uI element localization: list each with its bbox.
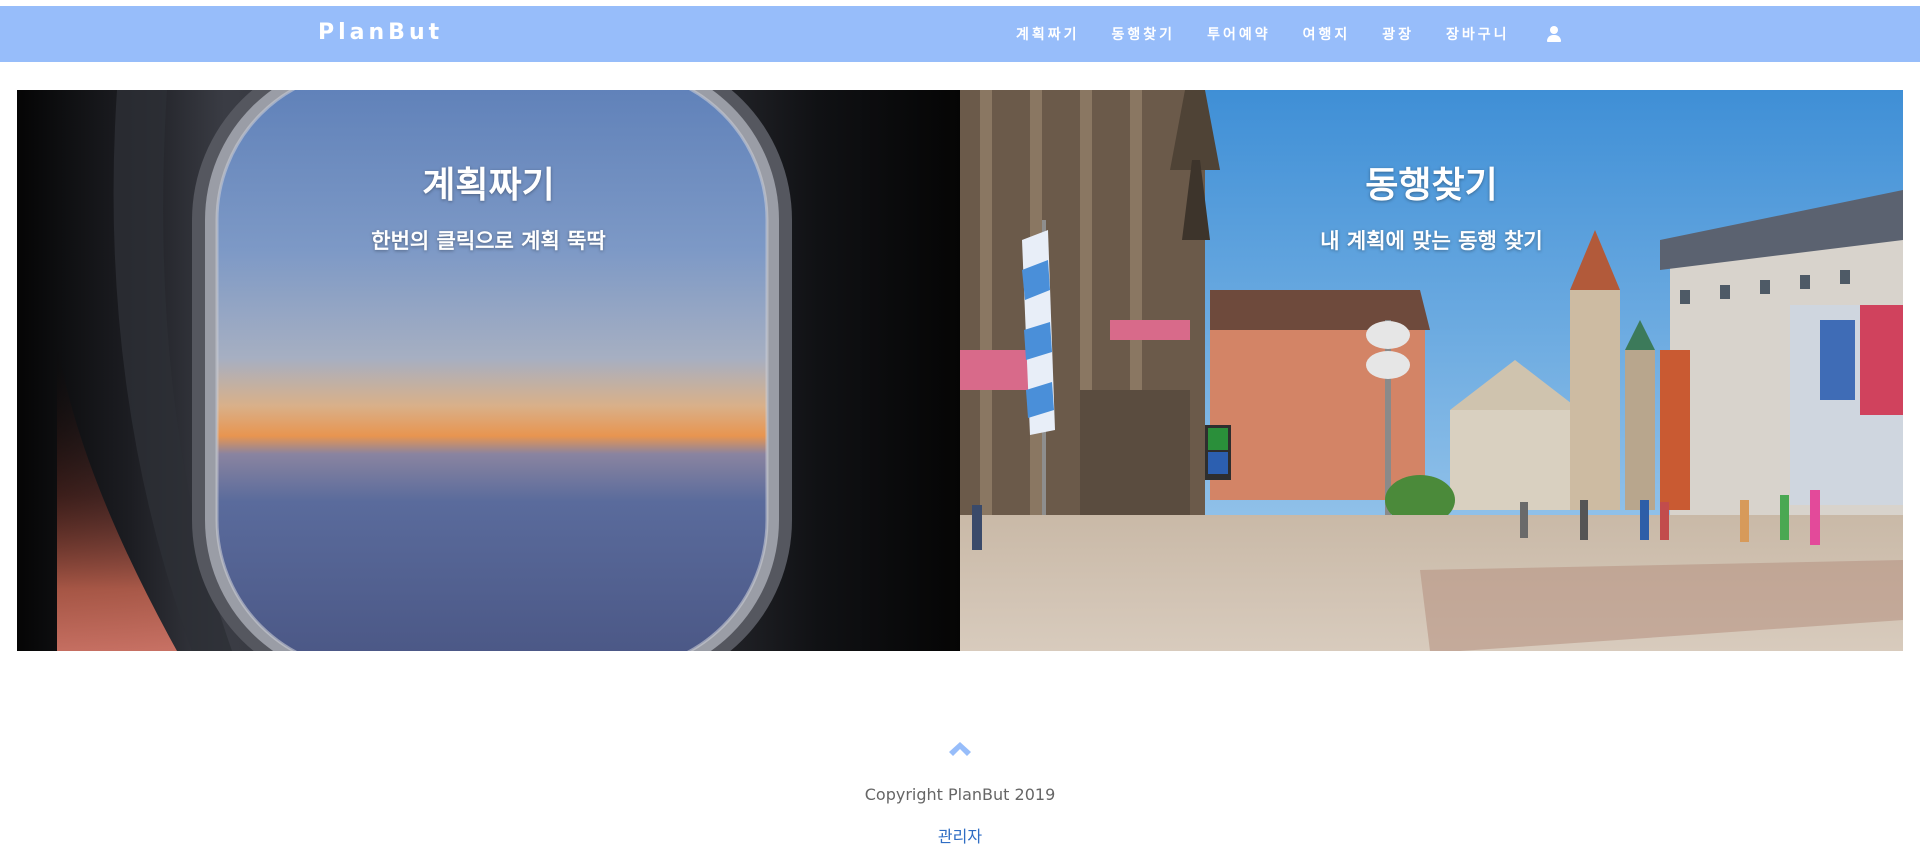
plan-panel[interactable]: 계획짜기 한번의 클릭으로 계획 뚝딱 [17, 90, 960, 651]
nav-link-destination[interactable]: 여행지 [1303, 24, 1351, 44]
brand-logo[interactable]: PlanBut [318, 20, 443, 45]
copyright-text: Copyright PlanBut 2019 [864, 785, 1056, 804]
nav-menu: 계획짜기 동행찾기 투어예약 여행지 광장 장바구니 [1016, 6, 1562, 62]
nav-link-cart[interactable]: 장바구니 [1446, 24, 1510, 44]
navbar: PlanBut 계획짜기 동행찾기 투어예약 여행지 광장 장바구니 [0, 6, 1920, 62]
plan-panel-subtitle: 한번의 클릭으로 계획 뚝딱 [371, 229, 606, 253]
plan-panel-title: 계획짜기 [422, 165, 555, 206]
admin-link-row: 관리자 [0, 823, 1920, 847]
companion-panel[interactable]: 동행찾기 내 계획에 맞는 동행 찾기 [960, 90, 1903, 651]
admin-link[interactable]: 관리자 [938, 827, 982, 846]
user-icon[interactable] [1546, 25, 1562, 43]
chevron-up-icon[interactable] [949, 741, 971, 756]
nav-link-companion[interactable]: 동행찾기 [1112, 24, 1176, 44]
companion-panel-subtitle: 내 계획에 맞는 동행 찾기 [1320, 229, 1543, 253]
nav-link-plaza[interactable]: 광장 [1382, 24, 1414, 44]
nav-link-tour[interactable]: 투어예약 [1207, 24, 1271, 44]
companion-panel-title: 동행찾기 [1365, 165, 1498, 206]
nav-link-plan[interactable]: 계획짜기 [1016, 24, 1080, 44]
